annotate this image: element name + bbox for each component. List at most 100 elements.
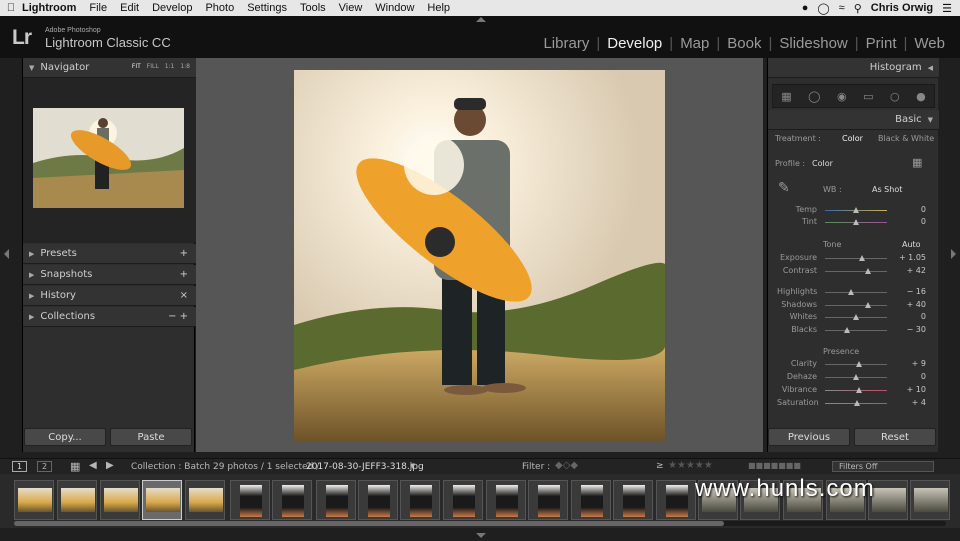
rating-op[interactable]: ≥ <box>656 461 664 471</box>
add-snapshot-icon[interactable]: + <box>180 269 188 280</box>
slider-thumb-temp[interactable] <box>853 207 859 213</box>
module-slideshow[interactable]: Slideshow <box>772 35 854 52</box>
slider-value-saturation[interactable]: + 4 <box>896 398 926 407</box>
slider-value-vibrance[interactable]: + 10 <box>896 385 926 394</box>
slider-value-whites[interactable]: 0 <box>896 312 926 321</box>
filmstrip-thumbnail[interactable] <box>316 480 356 520</box>
filmstrip-thumbnail[interactable] <box>910 480 950 520</box>
sync-icon[interactable]: ◯ <box>817 2 829 15</box>
slider-thumb-shadows[interactable] <box>865 302 872 308</box>
menu-develop[interactable]: Develop <box>152 2 192 14</box>
reset-button[interactable]: Reset <box>854 428 936 446</box>
previous-button[interactable]: Previous <box>768 428 850 446</box>
histogram-header[interactable]: Histogram ◀ <box>768 58 939 78</box>
menu-photo[interactable]: Photo <box>205 2 234 14</box>
user-name[interactable]: Chris Orwig <box>871 2 933 14</box>
clear-history-icon[interactable]: × <box>180 290 188 301</box>
top-panel-toggle-icon[interactable] <box>476 17 486 22</box>
menu-tools[interactable]: Tools <box>300 2 326 14</box>
slider-thumb-tint[interactable] <box>853 219 859 225</box>
slider-track-contrast[interactable] <box>825 268 887 274</box>
filmstrip-thumbnail[interactable] <box>571 480 611 520</box>
bottom-panel-toggle-icon[interactable] <box>476 533 486 538</box>
slider-value-temp[interactable]: 0 <box>896 205 926 214</box>
slider-thumb-whites[interactable] <box>853 314 859 320</box>
color-label-filter-icon[interactable]: ■■■■■■■ <box>748 461 801 470</box>
slider-track-blacks[interactable] <box>825 327 887 333</box>
right-panel-toggle-icon[interactable] <box>951 249 956 259</box>
nav-mode-1-8[interactable]: 1:8 <box>180 63 190 70</box>
profile-value[interactable]: Color <box>812 159 833 168</box>
slider-track-dehaze[interactable] <box>825 374 887 380</box>
navigator-header[interactable]: ▼ Navigator FIT FILL 1:1 1:8 <box>23 58 196 78</box>
slider-track-clarity[interactable] <box>825 361 887 367</box>
creative-cloud-icon[interactable]: ● <box>802 2 809 14</box>
slider-track-highlights[interactable] <box>825 289 887 295</box>
slider-track-tint[interactable] <box>825 219 887 225</box>
slider-value-contrast[interactable]: + 42 <box>896 266 926 275</box>
slider-value-shadows[interactable]: + 40 <box>896 300 926 309</box>
profile-browser-icon[interactable]: ▦ <box>912 156 922 169</box>
main-photo[interactable] <box>294 70 665 441</box>
forward-arrow-icon[interactable]: ▶ <box>106 460 114 471</box>
filmstrip-thumbnail[interactable] <box>443 480 483 520</box>
copy-button[interactable]: Copy... <box>24 428 106 446</box>
nav-mode-fit[interactable]: FIT <box>132 63 141 70</box>
module-print[interactable]: Print <box>859 35 904 52</box>
file-name[interactable]: 2017-08-30-JEFF3-318.jpg <box>306 462 424 472</box>
filmstrip-thumbnail[interactable] <box>14 480 54 520</box>
grid-view-icon[interactable]: ▦ <box>70 460 80 473</box>
slider-value-exposure[interactable]: + 1.05 <box>896 253 926 262</box>
back-arrow-icon[interactable]: ◀ <box>89 460 97 471</box>
collection-actions-icon[interactable]: − + <box>168 311 188 322</box>
menu-settings[interactable]: Settings <box>247 2 287 14</box>
filmstrip-scrollbar[interactable] <box>14 521 946 526</box>
crop-tool-icon[interactable]: ▦ <box>781 90 791 103</box>
nav-mode-fill[interactable]: FILL <box>147 63 159 70</box>
treatment-bw[interactable]: Black & White <box>878 134 934 143</box>
slider-thumb-dehaze[interactable] <box>853 374 859 380</box>
presets-header[interactable]: ▶ Presets + <box>23 244 196 264</box>
slider-thumb-blacks[interactable] <box>843 327 850 333</box>
slider-track-shadows[interactable] <box>825 302 887 308</box>
filters-off-select[interactable]: Filters Off <box>832 461 934 472</box>
wifi-icon[interactable]: ≈ <box>839 2 845 14</box>
slider-track-exposure[interactable] <box>825 255 887 261</box>
adjustment-brush-icon[interactable]: ● <box>916 90 926 103</box>
menu-app[interactable]: Lightroom <box>22 2 76 14</box>
source-label[interactable]: Collection : Batch <box>131 462 210 472</box>
slider-track-saturation[interactable] <box>825 400 887 406</box>
slider-thumb-contrast[interactable] <box>865 268 872 274</box>
history-header[interactable]: ▶ History × <box>23 286 196 306</box>
slider-thumb-highlights[interactable] <box>848 289 855 295</box>
paste-button[interactable]: Paste <box>110 428 192 446</box>
spot-removal-icon[interactable]: ◯ <box>808 90 820 103</box>
red-eye-icon[interactable]: ◉ <box>837 90 847 103</box>
menu-file[interactable]: File <box>89 2 107 14</box>
filmstrip-thumbnail[interactable] <box>100 480 140 520</box>
slider-value-blacks[interactable]: − 30 <box>896 325 926 334</box>
flag-filter-icon[interactable]: ◆◇◆ <box>555 460 578 471</box>
view-2-button[interactable]: 2 <box>37 461 53 472</box>
wb-eyedropper-icon[interactable]: ✎ <box>778 180 790 196</box>
module-develop[interactable]: Develop <box>600 35 669 52</box>
control-center-icon[interactable]: ☰ <box>942 2 952 15</box>
basic-header[interactable]: Basic ▼ <box>768 110 939 130</box>
auto-tone-button[interactable]: Auto <box>902 240 921 249</box>
module-library[interactable]: Library <box>536 35 596 52</box>
wb-value[interactable]: As Shot <box>872 185 902 194</box>
radial-filter-icon[interactable]: ○ <box>890 90 900 103</box>
slider-value-dehaze[interactable]: 0 <box>896 372 926 381</box>
filmstrip-thumbnail[interactable] <box>528 480 568 520</box>
filmstrip-thumbnail[interactable] <box>57 480 97 520</box>
filmstrip-thumbnail[interactable] <box>142 480 182 520</box>
filmstrip-thumbnail[interactable] <box>358 480 398 520</box>
nav-mode-1-1[interactable]: 1:1 <box>165 63 175 70</box>
slider-value-highlights[interactable]: − 16 <box>896 287 926 296</box>
menu-edit[interactable]: Edit <box>120 2 139 14</box>
dropdown-arrow-icon[interactable]: ▼ <box>410 462 415 470</box>
menu-view[interactable]: View <box>339 2 363 14</box>
treatment-color[interactable]: Color <box>842 134 863 143</box>
slider-thumb-saturation[interactable] <box>854 400 861 406</box>
module-map[interactable]: Map <box>673 35 716 52</box>
